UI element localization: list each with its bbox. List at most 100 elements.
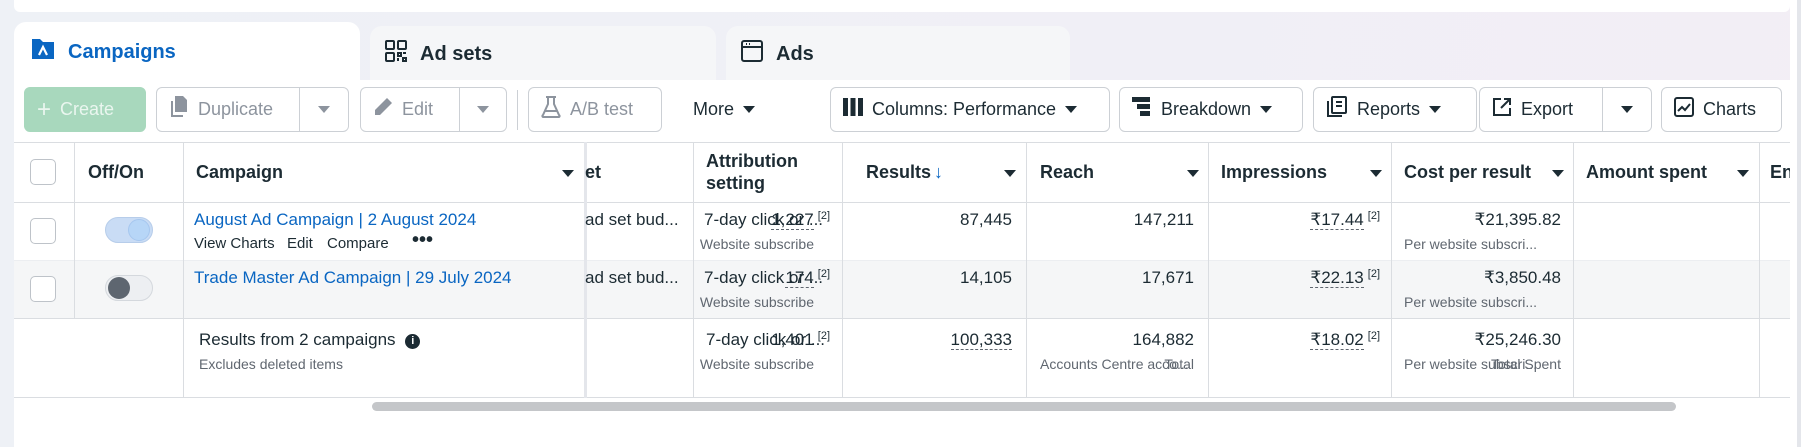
divider	[1759, 142, 1760, 398]
divider	[14, 397, 1790, 398]
header-off-on[interactable]: Off/On	[88, 142, 144, 202]
divider	[14, 318, 1790, 319]
results-type: Website subscribe	[699, 236, 814, 252]
cost-per-result-type: Per website subscri...	[1404, 294, 1538, 310]
summary-note: Excludes deleted items	[199, 356, 343, 372]
export-button[interactable]: Export	[1479, 87, 1603, 132]
export-dropdown[interactable]	[1602, 87, 1652, 132]
budget-cell: ad set bud...	[585, 210, 679, 229]
header-results-menu-icon[interactable]	[1004, 170, 1016, 177]
divider	[74, 142, 75, 318]
line-chart-icon	[1674, 97, 1694, 122]
summary-cost-per-result: ₹18.02 [2]	[1310, 330, 1380, 350]
duplicate-button[interactable]: Duplicate	[156, 87, 300, 132]
header-cost-menu-icon[interactable]	[1552, 170, 1564, 177]
flask-icon	[541, 96, 561, 123]
campaign-toggle[interactable]	[105, 275, 153, 301]
impressions-cell: 17,671	[1142, 268, 1194, 287]
chevron-down-icon	[318, 106, 330, 113]
campaign-name-link[interactable]: August Ad Campaign | 2 August 2024	[194, 210, 476, 230]
summary-results-type: Website subscribe	[699, 356, 814, 372]
breakdown-button[interactable]: Breakdown	[1119, 87, 1303, 132]
ad-frame-icon	[740, 39, 764, 69]
edit-dropdown[interactable]	[459, 87, 507, 132]
chevron-down-icon	[1621, 106, 1633, 113]
charts-button[interactable]: Charts	[1661, 87, 1782, 132]
summary-reach: 100,333	[950, 330, 1012, 350]
horizontal-scrollbar[interactable]	[372, 402, 1676, 411]
more-button[interactable]: More	[680, 87, 780, 132]
header-campaign-menu-icon[interactable]	[562, 170, 574, 177]
header-impressions-menu-icon[interactable]	[1370, 170, 1382, 177]
amount-spent-cell: ₹21,395.82	[1474, 210, 1561, 229]
summary-amount-type: Total Spent	[1490, 356, 1561, 372]
reach-cell: 87,445	[960, 210, 1012, 229]
compare-link[interactable]: Compare	[327, 235, 389, 252]
ab-test-button[interactable]: A/B test	[528, 87, 662, 132]
tab-campaigns-label: Campaigns	[68, 40, 176, 63]
page-scroll-track	[1797, 0, 1801, 447]
divider	[1208, 142, 1209, 398]
divider	[1391, 142, 1392, 398]
amount-spent-cell: ₹3,850.48	[1484, 268, 1561, 287]
budget-cell: ad set bud...	[585, 268, 679, 287]
breakdown-icon	[1132, 97, 1152, 122]
chevron-down-icon	[1429, 106, 1442, 113]
edit-link[interactable]: Edit	[287, 235, 313, 252]
summary-amount-spent: ₹25,246.30	[1474, 330, 1561, 349]
tab-campaigns[interactable]: Campaigns	[14, 22, 360, 82]
duplicate-icon	[169, 96, 189, 123]
cost-per-result-type: Per website subscri...	[1404, 236, 1538, 252]
cost-per-result-cell: ₹22.13 [2]	[1310, 268, 1380, 288]
header-amount-spent[interactable]: Amount spent	[1586, 142, 1707, 202]
tab-ad-sets[interactable]: Ad sets	[370, 26, 716, 82]
header-results[interactable]: Results ↓	[866, 142, 943, 202]
campaign-toggle[interactable]	[105, 217, 153, 243]
results-type: Website subscribe	[699, 294, 814, 310]
summary-title: Results from 2 campaigns i	[199, 330, 421, 350]
view-charts-link[interactable]: View Charts	[194, 235, 275, 252]
divider	[842, 142, 843, 398]
chevron-down-icon	[743, 106, 756, 113]
chevron-down-icon	[1065, 106, 1078, 113]
header-cost-per-result[interactable]: Cost per result	[1404, 142, 1531, 202]
tab-ads-label: Ads	[776, 42, 814, 65]
row-checkbox[interactable]	[30, 276, 56, 302]
export-icon	[1492, 97, 1512, 122]
tab-ads[interactable]: Ads	[726, 26, 1070, 82]
impressions-cell: 147,211	[1133, 210, 1194, 229]
header-reach[interactable]: Reach	[1040, 142, 1094, 202]
toolbar-divider	[517, 90, 518, 130]
divider	[14, 202, 1790, 203]
duplicate-dropdown[interactable]	[299, 87, 349, 132]
select-all-checkbox[interactable]	[30, 159, 56, 185]
pencil-icon	[373, 97, 393, 122]
info-icon[interactable]: i	[405, 334, 421, 349]
reports-button[interactable]: Reports	[1313, 87, 1477, 132]
columns-button[interactable]: Columns: Performance	[830, 87, 1110, 132]
create-button[interactable]: + Create	[24, 87, 146, 132]
header-impressions[interactable]: Impressions	[1221, 142, 1327, 202]
top-card	[14, 0, 1790, 12]
plus-icon: +	[37, 95, 52, 123]
header-campaign[interactable]: Campaign	[196, 142, 283, 202]
edit-button[interactable]: Edit	[360, 87, 460, 132]
toggle-knob	[128, 219, 150, 241]
more-actions-icon[interactable]: •••	[412, 229, 433, 252]
campaign-name-link[interactable]: Trade Master Ad Campaign | 29 July 2024	[194, 268, 512, 288]
reports-icon	[1326, 96, 1348, 123]
summary-impressions-type: Total	[1164, 356, 1194, 372]
header-amount-menu-icon[interactable]	[1737, 170, 1749, 177]
toggle-knob	[108, 277, 130, 299]
chevron-down-icon	[1260, 106, 1273, 113]
campaign-folder-icon	[30, 37, 56, 67]
page-edge	[1790, 0, 1818, 447]
header-reach-menu-icon[interactable]	[1187, 170, 1199, 177]
divider	[1026, 142, 1027, 398]
header-attribution[interactable]: Attribution setting	[706, 142, 798, 202]
header-budget[interactable]: et	[585, 142, 601, 202]
chevron-down-icon	[477, 106, 489, 113]
row-checkbox[interactable]	[30, 218, 56, 244]
tab-ad-sets-label: Ad sets	[420, 42, 493, 65]
results-cell: 1,227 [2]	[771, 210, 830, 230]
